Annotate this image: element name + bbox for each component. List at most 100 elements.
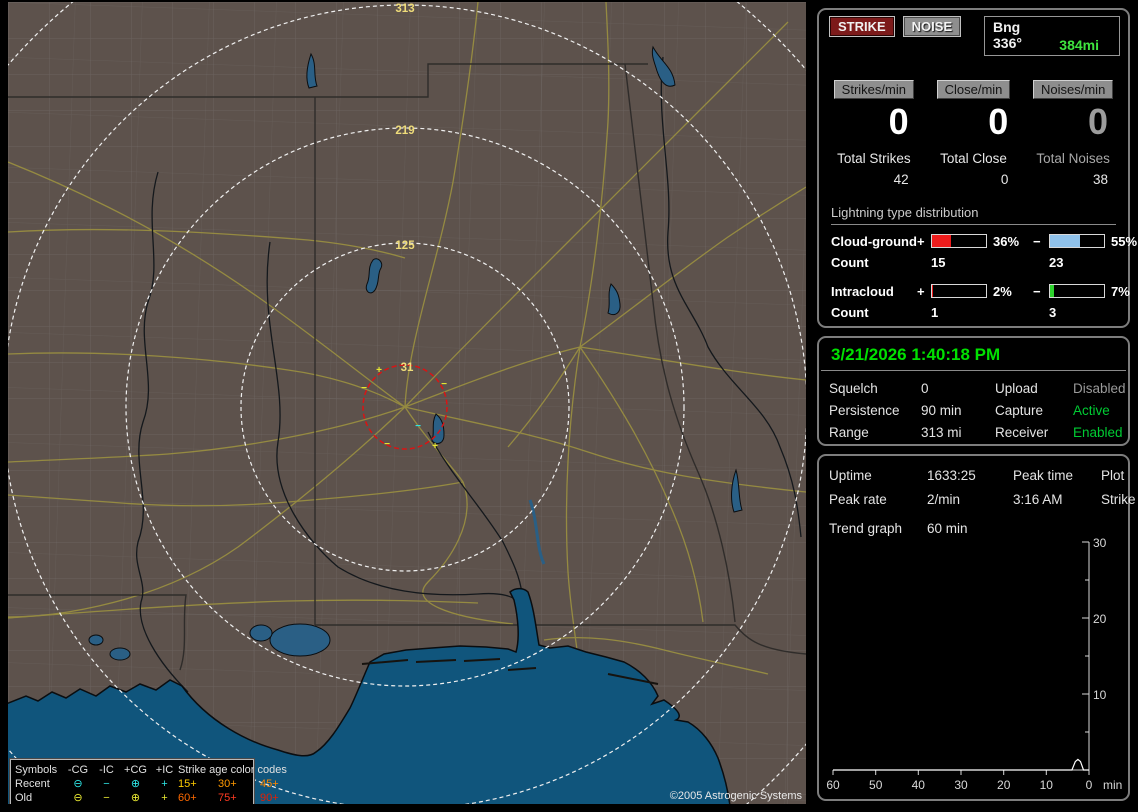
persistence-value: 90 min <box>921 403 962 418</box>
map-svg: 313 219 125 31 − + − + − − <box>8 2 806 804</box>
cg-negative-count: 23 <box>1049 254 1064 270</box>
plus-sign: + <box>917 233 925 249</box>
range-ring-label: 219 <box>395 125 414 137</box>
plot-mode-value: Strike <box>1101 492 1136 507</box>
y-tick-30: 30 <box>1093 536 1107 550</box>
total-strikes-label: Total Strikes <box>837 150 911 166</box>
noise-mode-button[interactable]: NOISE <box>902 16 962 37</box>
age-code-90: 90+ <box>260 792 279 804</box>
peak-rate-value: 2/min <box>927 492 961 507</box>
range-ring-label: 125 <box>395 240 415 252</box>
uptime-label: Uptime <box>829 468 872 483</box>
cg-positive-pct: 36% <box>993 233 1020 249</box>
close-per-min-label[interactable]: Close/min <box>936 80 1011 99</box>
strikes-per-min-column: Strikes/min 0 Total Strikes 42 <box>827 80 921 187</box>
age-code-75: 75+ <box>218 792 237 804</box>
peak-rate-label: Peak rate <box>829 492 887 507</box>
minus-sign: − <box>1033 233 1041 249</box>
neg-cg-recent-icon: ⊖ <box>73 778 83 790</box>
total-strikes-value: 42 <box>893 171 909 187</box>
legend-age-header: Strike age color codes <box>178 764 287 776</box>
lightning-type-distribution: Lightning type distribution Cloud-ground… <box>819 205 1137 320</box>
trend-series-line <box>833 758 1089 771</box>
age-code-60: 60+ <box>178 792 197 804</box>
y-tick-20: 20 <box>1093 612 1107 626</box>
total-close-value: 0 <box>1000 171 1009 187</box>
status-panel: 3/21/2026 1:40:18 PM Squelch 0 Upload Di… <box>817 336 1130 446</box>
total-close-label: Total Close <box>940 150 1007 166</box>
squelch-value: 0 <box>921 381 929 396</box>
cg-positive-bar <box>931 234 987 249</box>
age-code-15: 15+ <box>178 778 197 790</box>
total-noises-label: Total Noises <box>1036 150 1110 166</box>
total-noises-value: 38 <box>1092 171 1108 187</box>
persistence-label: Persistence <box>829 403 900 418</box>
bearing-label: Bng 336° <box>993 19 1022 51</box>
upload-status: Disabled <box>1073 381 1126 396</box>
age-code-45: 45+ <box>260 778 279 790</box>
squelch-label: Squelch <box>829 381 878 396</box>
ic-negative-bar <box>1049 284 1105 299</box>
map-copyright: ©2005 Astrogenic Systems <box>669 790 802 802</box>
plot-header: Plot <box>1101 468 1125 483</box>
pos-ic-old-icon: + <box>161 792 168 804</box>
strike-counter-panel: STRIKE NOISE Bng 336° 384mi Strikes/min … <box>817 8 1137 328</box>
x-tick-50: 50 <box>869 778 883 792</box>
neg-ic-recent-icon: − <box>103 778 110 790</box>
bearing-distance: 384mi <box>1059 37 1099 53</box>
legend-row-old: Old <box>15 792 33 804</box>
legend-col-pos-ic: +IC <box>155 764 174 776</box>
strikes-per-min-label[interactable]: Strikes/min <box>833 80 914 99</box>
svg-text:+: + <box>432 441 438 452</box>
stats-panel: Uptime 1633:25 Peak time Plot Peak rate … <box>817 454 1136 801</box>
legend-col-neg-cg: -CG <box>67 764 89 776</box>
distribution-title: Lightning type distribution <box>831 205 1116 225</box>
noises-per-min-column: Noises/min 0 Total Noises 38 <box>1026 80 1120 187</box>
noises-per-min-label[interactable]: Noises/min <box>1033 80 1114 99</box>
cg-negative-pct: 55% <box>1111 233 1138 249</box>
legend-row-recent: Recent <box>15 778 50 790</box>
capture-status: Active <box>1073 403 1110 418</box>
x-axis-unit: min <box>1103 778 1122 792</box>
pos-ic-recent-icon: + <box>161 778 168 790</box>
close-per-min-value: 0 <box>988 101 1009 142</box>
svg-text:−: − <box>415 421 421 432</box>
svg-text:−: − <box>384 439 390 450</box>
intracloud-label: Intracloud <box>831 283 894 299</box>
receiver-status: Enabled <box>1073 425 1123 440</box>
x-tick-0: 0 <box>1086 778 1093 792</box>
range-ring-label: 313 <box>395 3 414 15</box>
x-tick-20: 20 <box>997 778 1011 792</box>
range-ring-label: 31 <box>401 362 414 374</box>
x-tick-10: 10 <box>1040 778 1054 792</box>
noises-per-min-value: 0 <box>1087 101 1108 142</box>
bearing-badge: Bng 336° 384mi <box>984 16 1120 56</box>
uptime-value: 1633:25 <box>927 468 976 483</box>
svg-text:−: − <box>441 379 447 390</box>
y-tick-10: 10 <box>1093 688 1107 702</box>
svg-text:+: + <box>376 365 382 376</box>
legend-symbols-header: Symbols <box>15 764 58 776</box>
ic-count-label: Count <box>831 304 869 320</box>
minus-sign: − <box>1033 283 1041 299</box>
capture-label: Capture <box>995 403 1044 418</box>
strike-mode-button[interactable]: STRIKE <box>829 16 895 37</box>
legend-col-pos-cg: +CG <box>124 764 147 776</box>
ic-positive-count: 1 <box>931 304 939 320</box>
upload-label: Upload <box>995 381 1038 396</box>
lightning-map[interactable]: 313 219 125 31 − + − + − − Symbols -CG -… <box>8 2 806 804</box>
strike-trend-chart: 30 20 10 60 50 40 30 20 10 0 min <box>826 536 1122 792</box>
cg-count-label: Count <box>831 254 869 270</box>
ic-negative-pct: 7% <box>1111 283 1130 299</box>
peak-time-header: Peak time <box>1013 468 1074 483</box>
x-tick-30: 30 <box>954 778 968 792</box>
svg-text:−: − <box>361 383 367 394</box>
ic-positive-bar <box>931 284 987 299</box>
peak-time-value: 3:16 AM <box>1013 492 1063 507</box>
receiver-label: Receiver <box>995 425 1049 440</box>
x-tick-60: 60 <box>826 778 840 792</box>
x-tick-40: 40 <box>912 778 926 792</box>
plus-sign: + <box>917 283 925 299</box>
strikes-per-min-value: 0 <box>888 101 909 142</box>
range-value: 313 mi <box>921 425 962 440</box>
